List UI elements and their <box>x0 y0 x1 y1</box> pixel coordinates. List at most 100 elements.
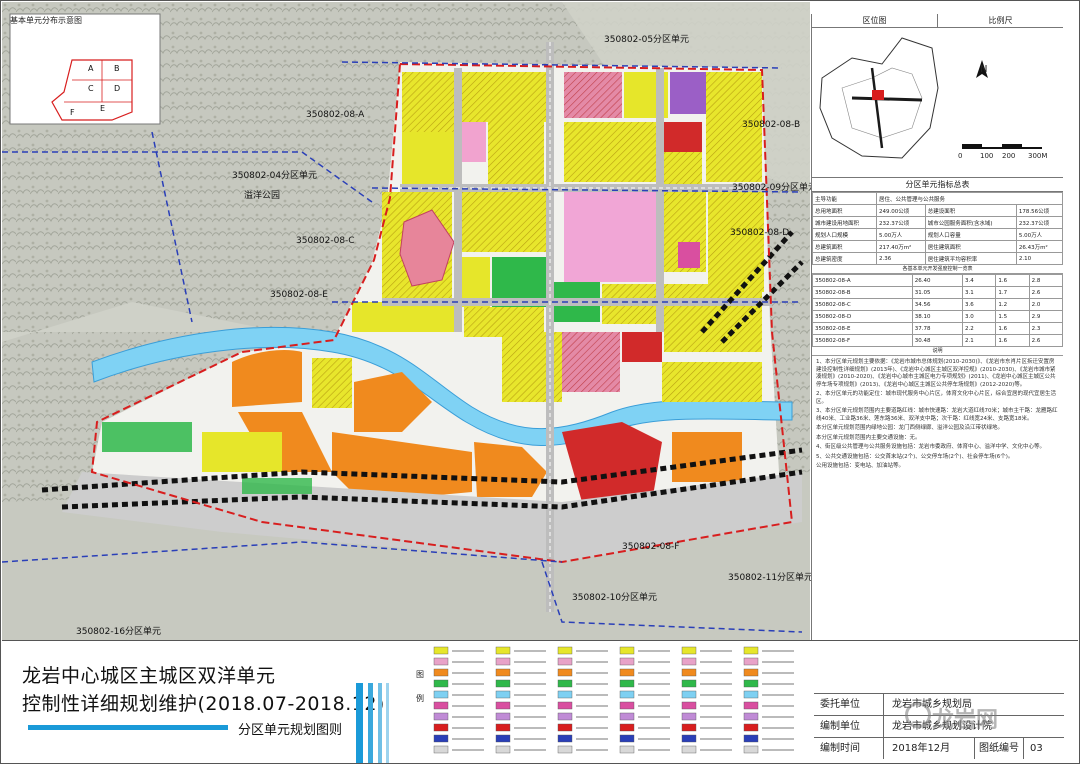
table-row: 350802-08-F 30.48 2.1 1.6 2.6 <box>812 334 1064 347</box>
label-sub-d: 350802-08-D <box>730 228 790 238</box>
legend-swatch <box>619 657 635 666</box>
time-label: 编制时间 <box>814 738 884 759</box>
scale-tick-0: 0 <box>958 152 963 160</box>
notes-title: 说明 <box>812 347 1063 356</box>
table-cell: 主导功能 <box>811 192 878 205</box>
table-cell: 总建设面积 <box>924 204 1017 217</box>
table-row: 350802-08-D 38.10 3.0 1.5 2.9 <box>812 310 1064 323</box>
legend-swatch <box>619 701 635 710</box>
index-table: 主导功能 居住、公共管理与公共服务 总用地面积 249.00公顷 总建设面积 178.5… <box>811 192 1064 265</box>
table-cell: 2.0 <box>1028 298 1064 311</box>
legend-swatch <box>681 723 697 732</box>
table-cell: 2.6 <box>1028 286 1064 299</box>
scale-tick-3: 300M <box>1028 152 1048 160</box>
legend-swatch <box>557 701 573 710</box>
table-cell: 2.36 <box>876 252 926 265</box>
title-stripes <box>356 683 389 763</box>
legend-swatch <box>743 734 759 743</box>
table-cell: 26.43万m² <box>1015 240 1064 253</box>
table-cell: 规划人口容量 <box>924 228 1017 241</box>
title-line-1: 龙岩中心城区主城区双洋单元 <box>22 665 276 687</box>
label-unit-05: 350802-05分区单元 <box>604 35 690 45</box>
table-cell: 3.4 <box>962 274 997 287</box>
legend-swatch <box>557 657 573 666</box>
north-arrow-icon: N <box>980 64 988 75</box>
table-cell: 350802-08-F <box>812 334 913 347</box>
legend-swatch <box>495 734 511 743</box>
legend-swatch <box>557 723 573 732</box>
table-cell: 城市建设用地面积 <box>811 216 878 229</box>
legend-swatch <box>743 690 759 699</box>
legend-swatch <box>743 745 759 754</box>
table-row: 350802-08-C 34.56 3.6 1.2 2.0 <box>812 298 1064 311</box>
legend-swatch <box>557 712 573 721</box>
legend-swatch <box>433 712 449 721</box>
legend-swatch <box>557 734 573 743</box>
legend-swatch <box>619 690 635 699</box>
table-cell: 3.1 <box>962 286 997 299</box>
label-sub-b: 350802-08-B <box>742 120 801 130</box>
legend-swatch <box>433 657 449 666</box>
legend-swatch <box>743 646 759 655</box>
legend-swatch <box>433 646 449 655</box>
legend-swatch <box>619 668 635 677</box>
table-cell: 总建筑面积 <box>811 240 878 253</box>
table-cell: 5.00万人 <box>876 228 926 241</box>
legend-swatch <box>619 734 635 743</box>
title-block: 龙岩中心城区主城区双洋单元 控制性详细规划维护(2018.07-2018.12)… <box>2 640 1078 763</box>
note-6: 4、街区级公共管理与公共服务设施包括：龙岩市委政府、体育中心、溢洋中学、文化中心… <box>816 444 1046 450</box>
legend-swatch <box>743 701 759 710</box>
legend-swatch <box>557 668 573 677</box>
side-panel: 区位图 比例尺 N 0 100 200 300M 分区单元指标总表 主导功能 居住… <box>811 14 1064 640</box>
table-cell: 350802-08-E <box>812 322 913 335</box>
location-map-title: 区位图 <box>812 14 938 28</box>
legend-swatch <box>619 745 635 754</box>
legend-swatch <box>743 679 759 688</box>
table-cell: 2.3 <box>1028 322 1064 335</box>
table-cell: 232.37公顷 <box>1015 216 1064 229</box>
legend-swatch <box>743 668 759 677</box>
table-cell: 178.56公顷 <box>1015 204 1064 217</box>
label-unit-04: 350802-04分区单元 <box>232 171 318 181</box>
legend-swatch <box>433 668 449 677</box>
note-4: 本分区单元规划范围内绿地公园：龙门西侧绿廊、溢洋公园及沿江带状绿地。 <box>816 425 1004 431</box>
table-cell: 城市公园服务面积(含水域) <box>924 216 1017 229</box>
legend-swatch <box>681 646 697 655</box>
side-panel-header: 区位图 比例尺 <box>812 14 1063 28</box>
table-cell: 38.10 <box>911 310 964 323</box>
note-3: 3、本分区单元规划范围内主要道路红线：城市快速路：龙岩大道红线70米；城市主干路… <box>816 408 1058 422</box>
table-row: 总建筑面积 217.40万m² 居住建筑面积 26.43万m² <box>811 240 1064 253</box>
table-cell: 30.48 <box>911 334 964 347</box>
legend-swatch <box>681 668 697 677</box>
legend-swatch <box>433 690 449 699</box>
table-cell: 217.40万m² <box>876 240 926 253</box>
legend-swatch <box>433 734 449 743</box>
time-value: 2018年12月 <box>892 743 951 754</box>
table-cell: 350802-08-C <box>812 298 913 311</box>
table-cell: 350802-08-B <box>812 286 913 299</box>
table-row: 350802-08-B 31.05 3.1 1.7 2.6 <box>812 286 1064 299</box>
table-cell: 2.1 <box>962 334 997 347</box>
note-7: 5、公共交通设施包括：公交首末站(2个)、公交停车场(2个)、社会停车场(6个)… <box>816 453 1014 460</box>
table-row: 总建筑密度 2.36 居住建筑平均容积率 2.10 <box>811 252 1064 265</box>
label-sub-e: 350802-08-E <box>270 290 328 300</box>
table-cell: 居住、公共管理与公共服务 <box>876 192 1063 205</box>
legend-swatch <box>495 668 511 677</box>
legend-swatch <box>495 690 511 699</box>
table-cell: 规划人口规模 <box>811 228 878 241</box>
table-cell: 2.2 <box>962 322 997 335</box>
table-cell: 2.9 <box>1028 310 1064 323</box>
table-cell: 34.56 <box>911 298 964 311</box>
legend-swatch <box>681 679 697 688</box>
number-label: 图纸编号 <box>974 738 1024 759</box>
table-cell: 2.6 <box>1028 334 1064 347</box>
inset-thumbnail <box>9 13 161 125</box>
table-row: 规划人口规模 5.00万人 规划人口容量 5.00万人 <box>811 228 1064 241</box>
legend-swatch <box>495 701 511 710</box>
inset-cell-e: E <box>100 104 106 113</box>
info-row-time: 编制时间 2018年12月 图纸编号 03 <box>814 737 1064 759</box>
table-row: 350802-08-A 26.40 3.4 1.6 2.8 <box>812 274 1064 287</box>
legend-swatch <box>557 646 573 655</box>
title-accent-bar <box>28 725 228 730</box>
table-cell: 3.6 <box>962 298 997 311</box>
